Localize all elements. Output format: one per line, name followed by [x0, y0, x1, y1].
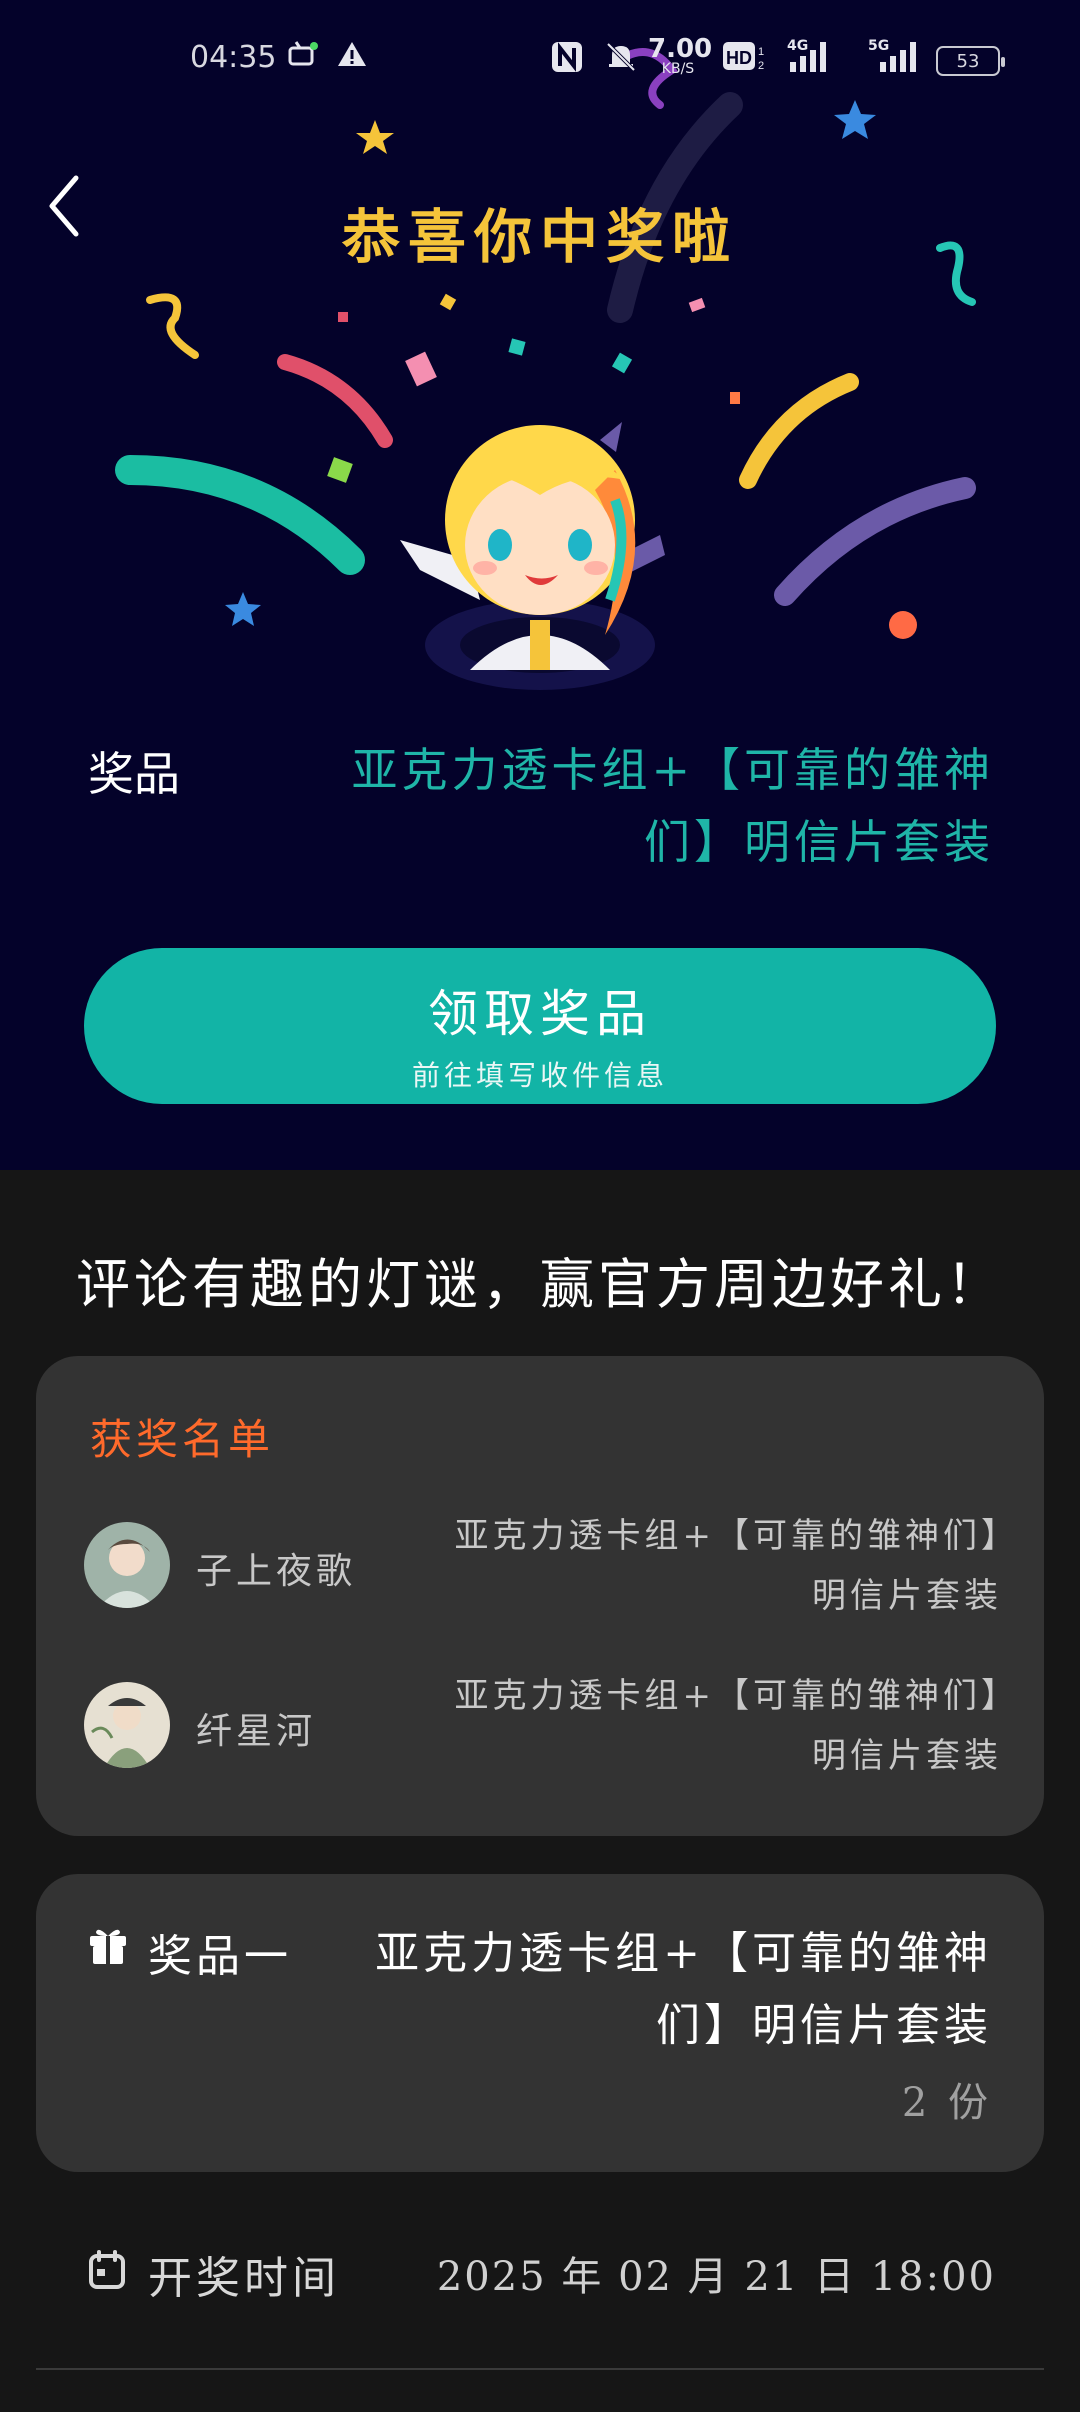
prize-info-card: 奖品一 亚克力透卡组+【可靠的雏神们】明信片套装 2 份 [36, 1874, 1044, 2172]
claim-prize-button[interactable]: 领取奖品 前往填写收件信息 [84, 948, 996, 1104]
status-bar: 04:35 7.00 KB/S HD 1 2 4G 5G 53 [0, 0, 1080, 120]
tv-icon [288, 40, 318, 76]
mascot-illustration [400, 422, 665, 690]
prize-info-label: 奖品一 [148, 1931, 292, 1982]
svg-text:1: 1 [758, 46, 764, 58]
avatar[interactable] [84, 1682, 170, 1768]
draw-time-label: 开奖时间 [148, 2253, 340, 2304]
avatar[interactable] [84, 1522, 170, 1608]
speed-unit: KB/S [661, 61, 695, 77]
speed-value: 7.00 [648, 34, 713, 64]
winner-prize: 亚克力透卡组+【可靠的雏神们】明信片套装 [454, 1676, 1002, 1776]
claim-button-label: 领取奖品 [428, 985, 652, 1043]
prize-info-name: 亚克力透卡组+【可靠的雏神们】明信片套装 [375, 1928, 992, 2051]
prize-label: 奖品 [88, 747, 180, 801]
mute-bell-icon [604, 40, 638, 82]
svg-text:HD: HD [726, 48, 752, 68]
draw-time-value: 2025 年 02 月 21 日 18:00 [436, 2254, 996, 2300]
prize-name: 亚克力透卡组+【可靠的雏神们】明信片套装 [351, 743, 994, 869]
nfc-icon [550, 40, 584, 82]
draw-time-row: 开奖时间 2025 年 02 月 21 日 18:00 [36, 2236, 1044, 2306]
signal-icon-1 [790, 42, 826, 72]
winner-name: 纤星河 [196, 1711, 317, 1752]
claim-button-sublabel: 前往填写收件信息 [411, 1059, 668, 1092]
winners-title: 获奖名单 [90, 1415, 275, 1464]
winner-prize: 亚克力透卡组+【可靠的雏神们】明信片套装 [454, 1516, 1002, 1616]
banner-title: 恭喜你中奖啦 [341, 203, 738, 271]
prize-banner: 04:35 7.00 KB/S HD 1 2 4G 5G 53 恭喜你中奖啦 奖品 … [0, 0, 1080, 1170]
event-title: 评论有趣的灯谜，赢官方周边好礼！ [76, 1253, 1004, 1316]
network-speed: 7.00 KB/S [648, 34, 713, 77]
winner-row[interactable]: 子上夜歌 亚克力透卡组+【可靠的雏神们】明信片套装 [36, 1506, 1044, 1626]
winner-row[interactable]: 纤星河 亚克力透卡组+【可靠的雏神们】明信片套装 [36, 1666, 1044, 1786]
divider [36, 2368, 1044, 2370]
winner-name: 子上夜歌 [196, 1551, 357, 1592]
battery-indicator: 53 [936, 46, 1005, 76]
gift-icon [90, 1929, 126, 1964]
warning-icon [336, 40, 368, 76]
calendar-icon [89, 2250, 125, 2289]
battery-level: 53 [956, 50, 980, 72]
svg-text:2: 2 [758, 60, 764, 72]
signal-icon-2 [880, 42, 916, 72]
status-time: 04:35 [190, 40, 277, 75]
winners-card: 获奖名单 子上夜歌 亚克力透卡组+【可靠的雏神们】明信片套装 纤星河 亚克力透卡… [36, 1356, 1044, 1836]
hd-icon: HD 1 2 [722, 40, 766, 80]
prize-quantity: 2 份 [901, 2080, 992, 2126]
